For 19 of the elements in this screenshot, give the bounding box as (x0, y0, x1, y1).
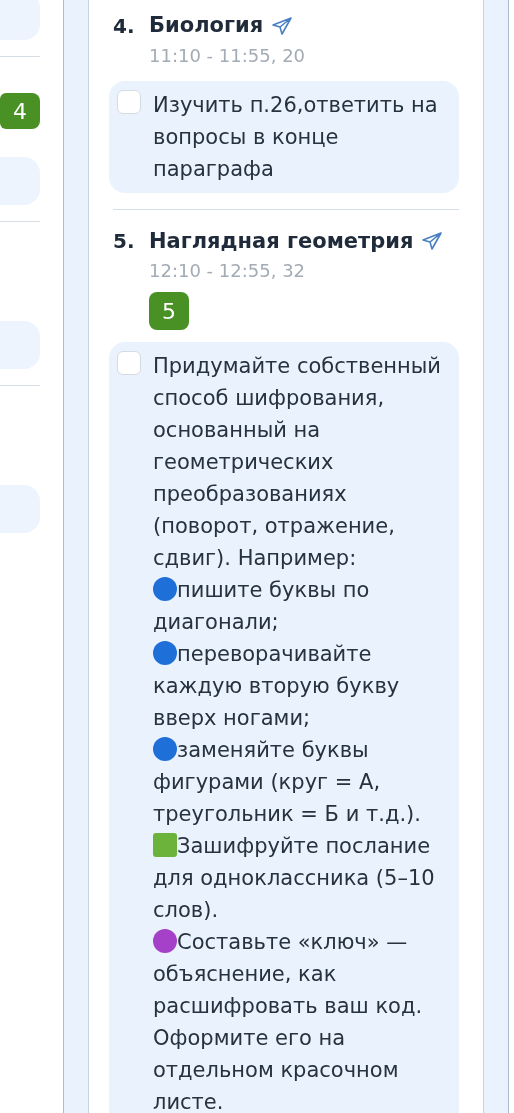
task-text: Составьте «ключ» — объяснение, как расшифровать ваш код. Оформите его на отдельном красочном листе. (153, 930, 423, 1113)
task-text: Изучить п.26,ответить на вопросы в конце параграфа (153, 92, 438, 181)
grade-badge: 5 (149, 292, 189, 330)
task-text: Зашифруйте послание для одноклассника (5–10 слов). (153, 834, 435, 922)
lesson-time: 11:10 - 11:55, 20 (149, 44, 306, 66)
send-icon[interactable] (421, 231, 444, 252)
task-text: Придумайте собственный способ шифрования, основанный на геометрических преобразованиях (поворот, отражение, сдвиг). Например: (153, 354, 441, 570)
send-icon[interactable] (271, 15, 294, 36)
task-checkbox[interactable] (117, 89, 141, 114)
grade-badge: 4 (0, 93, 40, 129)
lesson-title: Биология (149, 12, 264, 39)
task-text: заменяйте буквы фигурами (круг = А, треугольник = Б и т.д.). (153, 738, 421, 826)
lesson-number: 5. (113, 228, 136, 256)
task-checkbox[interactable] (117, 351, 141, 375)
task-text: пишите буквы по диагонали; (153, 578, 370, 634)
lesson-title: Наглядная геометрия (149, 227, 414, 255)
lesson-time: 12:10 - 12:55, 32 (149, 260, 306, 281)
lesson-number: 4. (113, 12, 136, 40)
task-text: переворачивайте каждую вторую букву вверх ногами; (153, 642, 400, 730)
